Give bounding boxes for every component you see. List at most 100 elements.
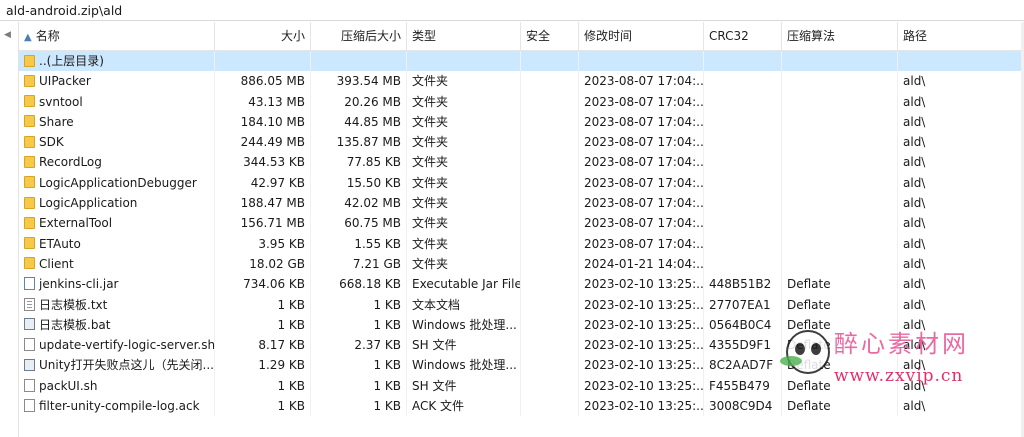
cell-path: ald\ [903,114,926,129]
file-name: LogicApplicationDebugger [39,175,197,190]
file-name: packUI.sh [39,378,98,393]
cell-name: filter-unity-compile-log.ack [19,396,215,417]
file-name: svntool [39,94,83,109]
column-header-modified[interactable]: 修改时间 [579,22,704,50]
cell-security [521,193,579,214]
cell-security [521,51,579,72]
cell-size: 1 KB [215,396,311,417]
cell-size: 244.49 MB [215,132,311,153]
table-row[interactable]: UIPacker 886.05 MB 393.54 MB 文件夹 2023-08-07 … [19,71,1021,92]
column-header-path[interactable]: 路径 [898,22,1021,50]
file-list-table: ▲ 名称 大小 压缩后大小 类型 安全 修改时间 CRC32 压缩算法 路径 ..… [19,22,1021,417]
cell-type: Windows 批处理... [407,314,521,336]
cell-path: ald\ [903,236,926,251]
cell-crc [704,71,782,92]
table-row[interactable]: RecordLog 344.53 KB 77.85 KB 文件夹 2023-08-07 … [19,152,1021,173]
cell-security [521,233,579,254]
cell-security [521,152,579,173]
cell-algorithm [782,51,898,72]
parent-directory-row[interactable]: ..(上层目录) [19,51,1021,72]
cell-algorithm [782,172,898,194]
cell-size: 1 KB [215,294,311,315]
column-header-size[interactable]: 大小 [215,22,311,50]
cell-path: ald\ [903,297,926,312]
table-row[interactable]: jenkins-cli.jar 734.06 KB 668.18 KB Executa… [19,274,1021,295]
cell-security [521,335,579,356]
cell-security [521,111,579,133]
table-row[interactable]: Share 184.10 MB 44.85 MB 文件夹 2023-08-07 17:0… [19,111,1021,133]
table-row[interactable]: Client 18.02 GB 7.21 GB 文件夹 2024-01-21 14:04… [19,253,1021,275]
cell-name: Unity打开失败点这儿（先关闭... [19,355,215,376]
cell-type: Executable Jar File [407,274,521,295]
txt-icon [24,297,35,311]
table-row[interactable]: 日志模板.txt 1 KB 1 KB 文本文档 2023-02-10 13:25:...… [19,294,1021,315]
column-header-crc[interactable]: CRC32 [704,22,782,50]
cell-security [521,172,579,194]
table-row[interactable]: update-vertify-logic-server.sh 8.17 KB 2.3… [19,335,1021,356]
table-row[interactable]: LogicApplication 188.47 MB 42.02 MB 文件夹 2023… [19,193,1021,214]
cell-crc [704,172,782,194]
cell-type: 文件夹 [407,253,521,275]
table-row[interactable]: ExternalTool 156.71 MB 60.75 MB 文件夹 2023-08-… [19,213,1021,234]
table-row[interactable]: ETAuto 3.95 KB 1.55 KB 文件夹 2023-08-07 17:04:… [19,233,1021,254]
column-header-algorithm[interactable]: 压缩算法 [782,22,898,50]
file-name: update-vertify-logic-server.sh [39,338,215,353]
cell-size: 344.53 KB [215,152,311,173]
path-bar[interactable]: ald-android.zip\ald [0,0,1024,21]
cell-crc [704,51,782,72]
table-row[interactable]: SDK 244.49 MB 135.87 MB 文件夹 2023-08-07 17:04… [19,132,1021,153]
cell-modified: 2023-02-10 13:25:... [579,355,704,376]
cell-security [521,213,579,234]
table-body: ..(上层目录) UIPacker 886.05 MB 393.54 MB 文件夹 202… [19,51,1021,417]
cell-path: ald\ [903,317,926,332]
cell-compressed: 135.87 MB [311,132,407,153]
column-header-name[interactable]: ▲ 名称 [19,22,215,50]
cell-algorithm: Deflate [782,396,898,417]
cell-modified: 2024-01-21 14:04:... [579,253,704,275]
jar-icon [24,277,35,291]
file-icon [24,399,35,413]
cell-compressed: 668.18 KB [311,274,407,295]
cell-modified: 2023-08-07 17:04:... [579,193,704,214]
cell-algorithm [782,152,898,173]
cell-size: 184.10 MB [215,111,311,133]
cell-compressed: 77.85 KB [311,152,407,173]
cell-algorithm [782,91,898,112]
file-name: ExternalTool [39,216,113,231]
cell-type: 文件夹 [407,132,521,153]
cell-modified: 2023-02-10 13:25:... [579,314,704,336]
cell-algorithm [782,253,898,275]
column-header-compressed[interactable]: 压缩后大小 [311,22,407,50]
cell-crc: 448B51B2 [704,274,782,295]
cell-compressed: 44.85 MB [311,111,407,133]
file-name: Client [39,256,74,271]
cell-modified: 2023-02-10 13:25:... [579,274,704,295]
cell-algorithm [782,71,898,92]
file-name: SDK [39,135,64,150]
cell-path: ald\ [903,277,926,292]
column-header-security[interactable]: 安全 [521,22,579,50]
column-header-type[interactable]: 类型 [407,22,521,50]
cell-security [521,91,579,112]
cell-name: packUI.sh [19,375,215,397]
table-row[interactable]: 日志模板.bat 1 KB 1 KB Windows 批处理... 2023-02-10… [19,314,1021,336]
cell-name: UIPacker [19,71,215,92]
table-row[interactable]: packUI.sh 1 KB 1 KB SH 文件 2023-02-10 13:25:.… [19,375,1021,397]
cell-compressed: 393.54 MB [311,71,407,92]
cell-crc [704,152,782,173]
table-row[interactable]: LogicApplicationDebugger 42.97 KB 15.50 KB… [19,172,1021,194]
table-row[interactable]: filter-unity-compile-log.ack 1 KB 1 KB ACK … [19,396,1021,417]
table-row[interactable]: Unity打开失败点这儿（先关闭... 1.29 KB 1 KB Windows 批处… [19,355,1021,376]
cell-security [521,314,579,336]
cell-path: ald\ [903,196,926,211]
cell-type: 文件夹 [407,193,521,214]
cell-crc [704,132,782,153]
file-name: ETAuto [39,236,81,251]
cell-compressed: 1 KB [311,294,407,315]
cell-name: jenkins-cli.jar [19,274,215,295]
cell-compressed: 1 KB [311,375,407,397]
collapse-arrow-icon[interactable]: ◀ [4,30,11,40]
cell-type: 文件夹 [407,91,521,112]
cell-compressed: 60.75 MB [311,213,407,234]
table-row[interactable]: svntool 43.13 MB 20.26 MB 文件夹 2023-08-07 17:… [19,91,1021,112]
